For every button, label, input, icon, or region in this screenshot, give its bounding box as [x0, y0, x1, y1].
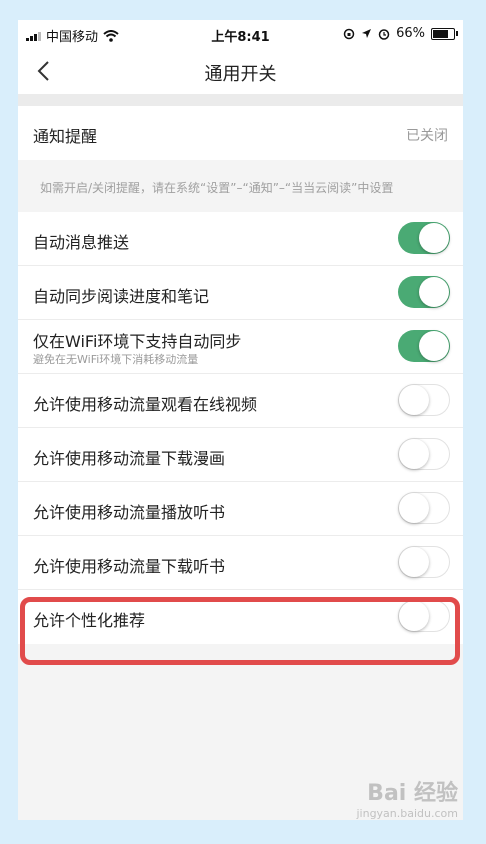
setting-mobile-audio-play: 允许使用移动流量播放听书: [18, 482, 463, 536]
watermark: Bai 经验 jingyan.baidu.com: [356, 775, 458, 820]
setting-wifi-only-sync: 仅在WiFi环境下支持自动同步 避免在无WiFi环境下消耗移动流量: [18, 320, 463, 374]
battery-percent: 66%: [396, 26, 425, 41]
setting-mobile-comic: 允许使用移动流量下载漫画: [18, 428, 463, 482]
setting-mobile-video: 允许使用移动流量观看在线视频: [18, 374, 463, 428]
page-title: 通用开关: [204, 64, 277, 85]
wifi-only-sync-toggle[interactable]: [398, 330, 450, 362]
notification-status: 已关闭: [406, 128, 448, 144]
orientation-lock-icon: [343, 28, 355, 39]
setting-auto-push: 自动消息推送: [18, 212, 463, 266]
setting-label: 自动同步阅读进度和笔记: [33, 287, 210, 306]
setting-mobile-audio-download: 允许使用移动流量下载听书: [18, 536, 463, 590]
settings-list: 自动消息推送 自动同步阅读进度和笔记 仅在WiFi环境下支持自动同步 避免在无W…: [18, 212, 463, 644]
mobile-audio-play-toggle[interactable]: [398, 492, 450, 524]
setting-label: 仅在WiFi环境下支持自动同步: [33, 332, 242, 351]
notification-hint: 如需开启/关闭提醒，请在系统“设置”–“通知”–“当当云阅读”中设置: [18, 160, 463, 212]
setting-label: 允许使用移动流量下载漫画: [33, 449, 226, 468]
nav-bar: 通用开关: [18, 48, 463, 94]
setting-auto-sync: 自动同步阅读进度和笔记: [18, 266, 463, 320]
setting-label: 允许使用移动流量观看在线视频: [33, 395, 258, 414]
setting-label: 允许使用移动流量播放听书: [33, 503, 226, 522]
auto-push-toggle[interactable]: [398, 222, 450, 254]
setting-sublabel: 避免在无WiFi环境下消耗移动流量: [33, 353, 199, 366]
mobile-comic-toggle[interactable]: [398, 438, 450, 470]
mobile-audio-download-toggle[interactable]: [398, 546, 450, 578]
location-icon: [362, 29, 372, 38]
battery-icon: [431, 27, 458, 40]
notification-row[interactable]: 通知提醒 已关闭: [18, 106, 463, 160]
watermark-text: Bai 经验: [367, 781, 458, 806]
mobile-video-toggle[interactable]: [398, 384, 450, 416]
watermark-url: jingyan.baidu.com: [356, 807, 458, 820]
status-bar: 中国移动 上午8:41 66%: [18, 20, 463, 48]
highlight-box: [20, 597, 460, 665]
alarm-icon: [378, 28, 390, 40]
setting-label: 允许使用移动流量下载听书: [33, 557, 226, 576]
notification-label: 通知提醒: [33, 127, 98, 146]
setting-label: 自动消息推送: [33, 233, 130, 252]
auto-sync-toggle[interactable]: [398, 276, 450, 308]
phone-screen: 中国移动 上午8:41 66% 通用开关 通知提醒 已关闭 如需开启/关闭提醒，…: [18, 20, 463, 820]
section-divider: [18, 94, 463, 106]
